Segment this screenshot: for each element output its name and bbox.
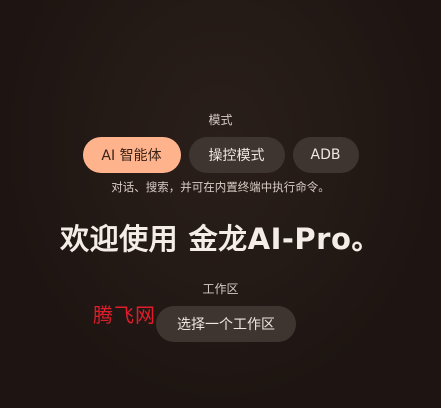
mode-ai-agent-button[interactable]: AI 智能体 [82,137,181,173]
mode-control-button[interactable]: 操控模式 [188,137,285,173]
watermark-logo: 腾飞网 [93,303,156,327]
select-workspace-button[interactable]: 选择一个工作区 [156,306,296,342]
mode-description: 对话、搜索，并可在内置终端中执行命令。 [111,180,330,194]
welcome-title: 欢迎使用 金龙AI-Pro。 [60,222,381,256]
mode-adb-button[interactable]: ADB [292,137,359,173]
workspace-label: 工作区 [202,282,239,296]
mode-selector: AI 智能体 操控模式 ADB [0,137,441,173]
mode-label: 模式 [208,113,233,127]
main-screen: 模式 AI 智能体 操控模式 ADB 对话、搜索，并可在内置终端中执行命令。 欢… [0,0,441,408]
